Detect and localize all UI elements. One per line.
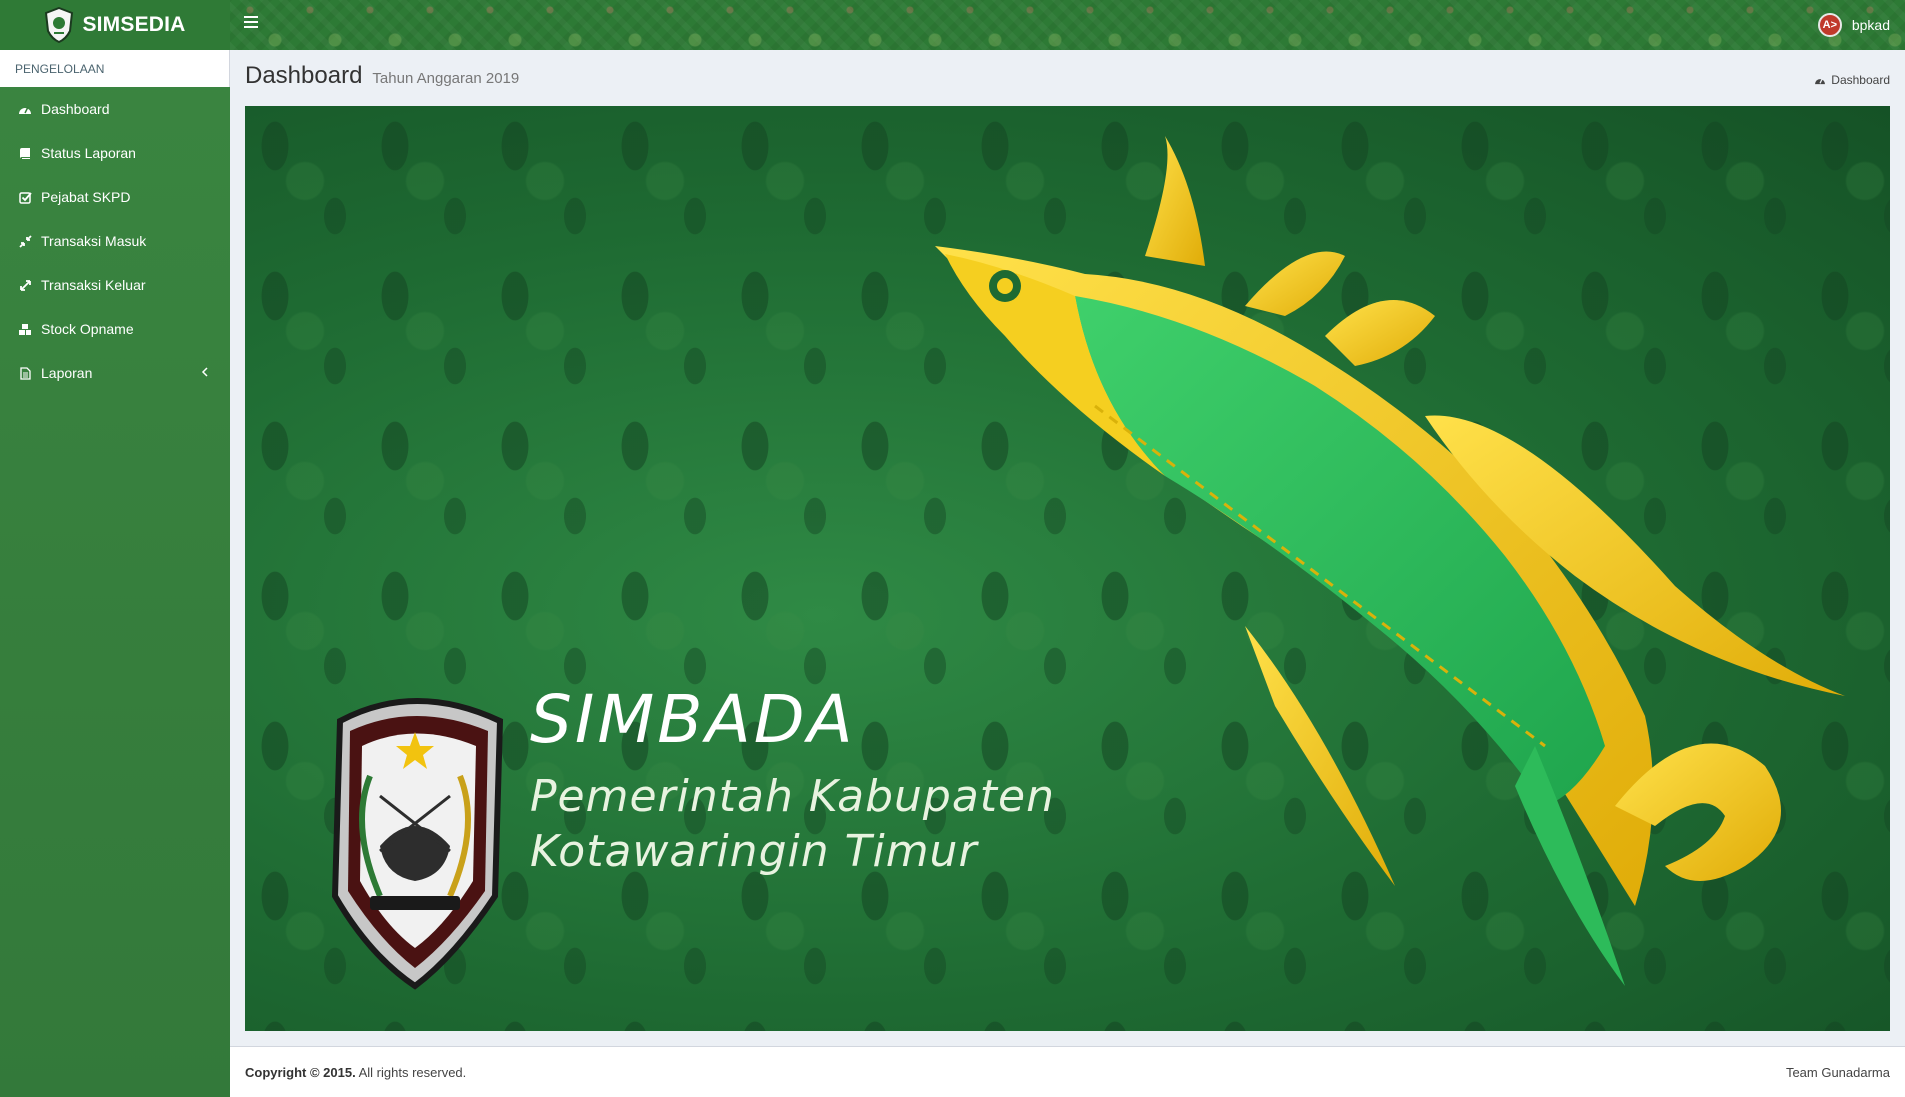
simbada-banner-image: SIMBADA Pemerintah Kabupaten Kotawaringi…	[245, 106, 1890, 1031]
sidebar-item-pejabat-skpd[interactable]: Pejabat SKPD	[0, 175, 230, 219]
copyright-rest: All rights reserved.	[358, 1064, 467, 1080]
banner-title: SIMBADA	[530, 681, 856, 758]
sidebar-item-transaksi-masuk[interactable]: Transaksi Masuk	[0, 219, 230, 263]
footer: Copyright © 2015. All rights reserved. T…	[230, 1046, 1905, 1097]
chevron-left-icon	[201, 367, 208, 377]
app-logo[interactable]: SIMSEDIA	[0, 0, 230, 50]
banner-artwork	[331, 136, 1845, 990]
content-header: Dashboard Tahun Anggaran 2019	[245, 62, 519, 90]
sidebar-item-label: Transaksi Masuk	[41, 233, 147, 249]
sidebar-item-transaksi-keluar[interactable]: Transaksi Keluar	[0, 263, 230, 307]
user-name: bpkad	[1851, 17, 1890, 33]
team-credit: Team Gunadarma	[1785, 1064, 1890, 1080]
sidebar-item-label: Pejabat SKPD	[41, 189, 131, 205]
app-name: SIMSEDIA	[82, 13, 186, 36]
breadcrumb[interactable]: Dashboard	[1814, 73, 1890, 87]
sidebar-item-status-laporan[interactable]: Status Laporan	[0, 131, 230, 175]
user-menu[interactable]: A> bpkad	[1817, 0, 1890, 50]
sidebar-menu: Dashboard Status Laporan Pejabat SKPD Tr…	[0, 87, 230, 395]
sidebar-toggle-button[interactable]	[244, 16, 258, 30]
top-header: SIMSEDIA A> bpkad	[0, 0, 1905, 50]
copyright-year: Copyright © 2015.	[245, 1064, 356, 1080]
book-icon	[18, 146, 32, 160]
sidebar-item-dashboard[interactable]: Dashboard	[0, 87, 230, 131]
dashboard-icon	[1815, 78, 1826, 85]
sidebar-item-label: Stock Opname	[41, 321, 134, 337]
cubes-icon	[18, 322, 32, 336]
shield-logo-icon	[45, 7, 74, 43]
expand-arrows-icon	[18, 278, 32, 292]
file-text-icon	[18, 366, 32, 380]
sidebar-item-label: Dashboard	[41, 101, 110, 117]
copyright-text: Copyright © 2015. All rights reserved.	[245, 1065, 466, 1080]
navbar: A> bpkad	[230, 0, 1905, 50]
page-subtitle: Tahun Anggaran 2019	[372, 70, 520, 87]
sidebar-item-stock-opname[interactable]: Stock Opname	[0, 307, 230, 351]
sidebar: PENGELOLAAN Dashboard Status Laporan Pej…	[0, 50, 230, 1097]
check-square-icon	[18, 190, 32, 204]
compress-arrows-icon	[18, 234, 32, 248]
sidebar-section-label: PENGELOLAAN	[0, 50, 230, 87]
banner-subtitle-line1: Pemerintah Kabupaten	[530, 771, 1055, 822]
banner-subtitle-line2: Kotawaringin Timur	[530, 826, 978, 877]
sidebar-item-laporan[interactable]: Laporan	[0, 351, 230, 395]
dashboard-icon	[18, 102, 32, 116]
sidebar-item-label: Transaksi Keluar	[41, 277, 146, 293]
sidebar-item-label: Laporan	[41, 365, 93, 381]
breadcrumb-item[interactable]: Dashboard	[1831, 73, 1890, 87]
page-title: Dashboard	[245, 62, 363, 89]
avatar: A>	[1817, 13, 1842, 37]
sidebar-item-label: Status Laporan	[41, 145, 136, 161]
